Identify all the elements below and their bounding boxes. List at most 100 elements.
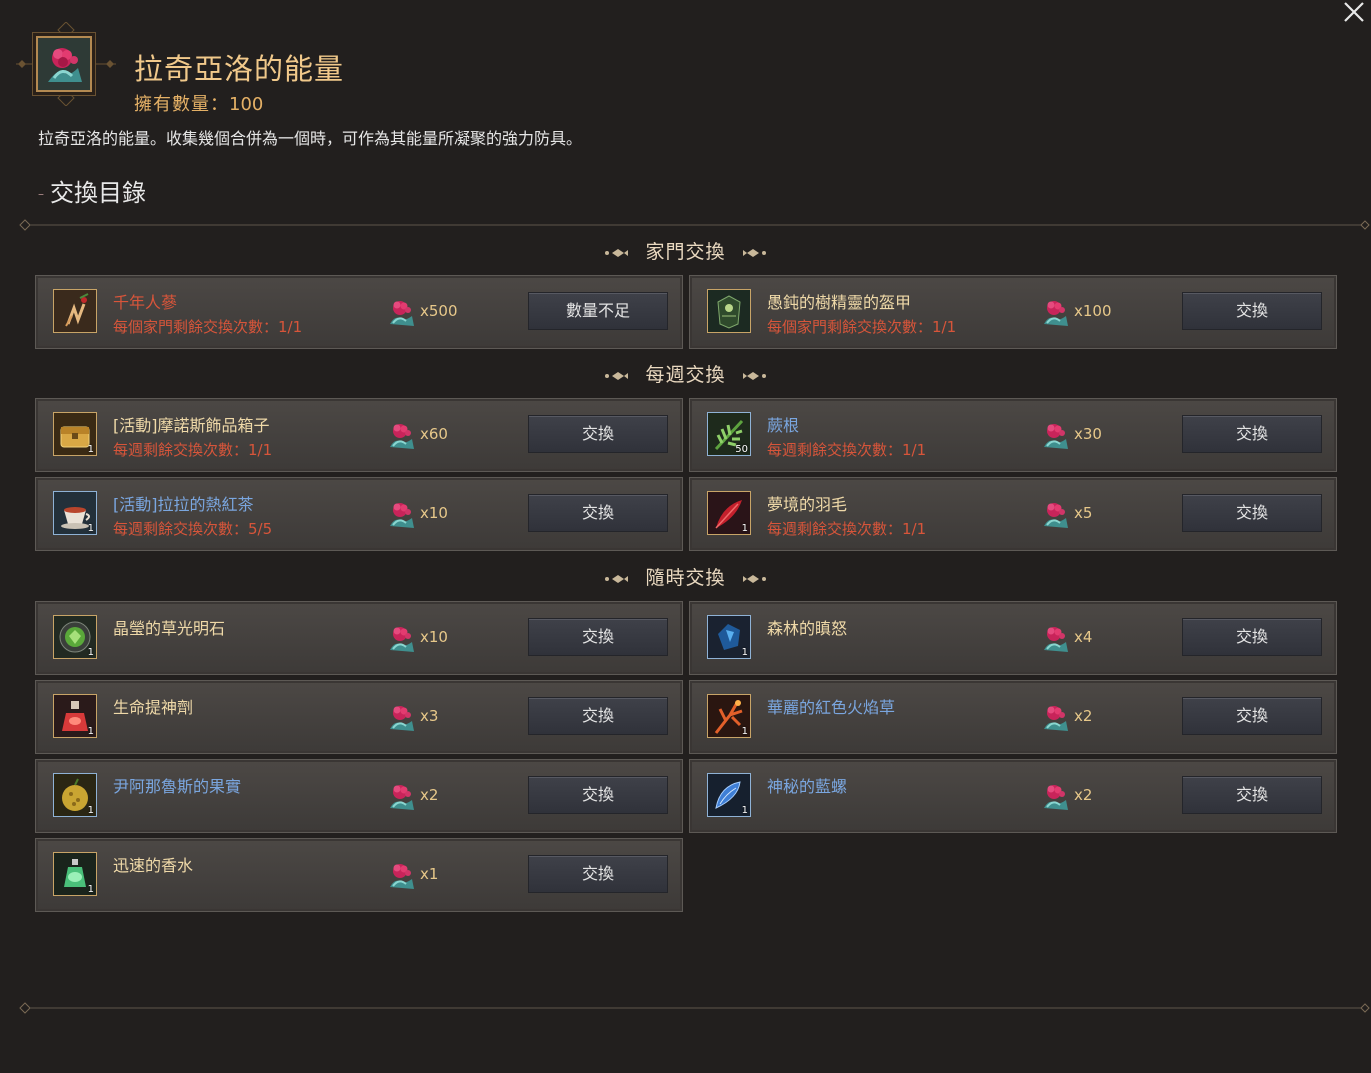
energy-currency-icon — [1044, 706, 1068, 731]
stack-count: 1 — [741, 647, 748, 658]
energy-currency-icon — [390, 785, 414, 810]
stack-count: 1 — [87, 647, 94, 658]
exchange-button[interactable]: 交換 — [1182, 697, 1322, 735]
fern-icon[interactable]: 50 — [707, 412, 751, 456]
exchange-button[interactable]: 交換 — [1182, 776, 1322, 814]
category-title-text: 家門交換 — [645, 241, 726, 263]
green-stone-icon[interactable]: 1 — [53, 615, 97, 659]
tea-icon[interactable]: 1 — [53, 491, 97, 535]
exchange-button[interactable]: 交換 — [528, 776, 668, 814]
divider-bottom — [18, 1002, 1371, 1014]
owned-count-value: 100 — [229, 94, 264, 115]
item-name: 尹阿那魯斯的果實 — [113, 777, 242, 796]
exchange-item-card: 1 迅速的香水 x1 交換 — [35, 838, 683, 912]
perfume-icon[interactable]: 1 — [53, 852, 97, 896]
exchange-limit: 每週剩餘交換次數：5/5 — [113, 520, 273, 538]
exchange-limit: 每週剩餘交換次數：1/1 — [113, 441, 273, 459]
item-name: 生命提神劑 — [113, 698, 194, 717]
exchange-button[interactable]: 數量不足 — [528, 292, 668, 330]
stack-count: 1 — [87, 444, 94, 455]
owned-count-label: 擁有數量： — [134, 94, 229, 115]
item-name: 蕨根 — [767, 416, 800, 435]
exchange-item-card: 50 蕨根每週剩餘交換次數：1/1 x30 交換 — [689, 398, 1337, 472]
category-title-text: 隨時交換 — [645, 567, 726, 589]
ginseng-icon[interactable] — [53, 289, 97, 333]
exchange-button[interactable]: 交換 — [528, 855, 668, 893]
energy-currency-icon — [390, 627, 414, 652]
header-icon-frame — [16, 22, 116, 106]
item-name: 華麗的紅色火焰草 — [767, 698, 896, 717]
potion-icon[interactable]: 1 — [53, 694, 97, 738]
energy-currency-icon — [390, 864, 414, 889]
item-name: 千年人蔘 — [113, 293, 178, 312]
cost-quantity: x10 — [420, 628, 448, 646]
cost-quantity: x2 — [420, 786, 439, 804]
cost-quantity: x5 — [1074, 504, 1093, 522]
cost-quantity: x1 — [420, 865, 439, 883]
exchange-item-card: 1 生命提神劑 x3 交換 — [35, 680, 683, 754]
stack-count: 1 — [741, 805, 748, 816]
exchange-item-card: 1 夢境的羽毛 每週剩餘交換次數：1/1 x5 交換 — [689, 477, 1337, 551]
exchange-button[interactable]: 交換 — [528, 697, 668, 735]
exchange-limit: 每週剩餘交換次數：1/1 — [767, 441, 927, 459]
stack-count: 1 — [741, 523, 748, 534]
item-name: 神秘的藍螺 — [767, 777, 848, 796]
exchange-button[interactable]: 交換 — [1182, 415, 1322, 453]
cost-quantity: x3 — [420, 707, 439, 725]
item-name: 夢境的羽毛 — [767, 495, 848, 514]
exchange-item-card: 千年人蔘 每個家門剩餘交換次數：1/1 x500 數量不足 — [35, 275, 683, 349]
close-icon — [1344, 2, 1364, 22]
energy-currency-icon — [1044, 785, 1068, 810]
exchange-list-heading-text: 交換目錄 — [50, 179, 146, 207]
blue-stone-icon[interactable]: 1 — [707, 615, 751, 659]
ornament-left-icon — [605, 371, 629, 380]
flame-herb-icon[interactable]: 1 — [707, 694, 751, 738]
exchange-item-card: 1 華麗的紅色火焰草 x2 交換 — [689, 680, 1337, 754]
shell-icon[interactable]: 1 — [707, 773, 751, 817]
exchange-button[interactable]: 交換 — [528, 415, 668, 453]
armor-icon[interactable] — [707, 289, 751, 333]
item-name: 晶瑩的草光明石 — [113, 619, 226, 638]
fruit-icon[interactable]: 1 — [53, 773, 97, 817]
ornament-left-icon — [605, 248, 629, 257]
exchange-limit: 每個家門剩餘交換次數：1/1 — [113, 318, 303, 336]
energy-currency-icon — [1044, 424, 1068, 449]
feather-icon[interactable]: 1 — [707, 491, 751, 535]
category-title-text: 每週交換 — [645, 364, 726, 386]
exchange-button[interactable]: 交換 — [1182, 292, 1322, 330]
energy-currency-icon — [1044, 503, 1068, 528]
energy-currency-icon — [390, 424, 414, 449]
exchange-button[interactable]: 交換 — [528, 494, 668, 532]
item-description: 拉奇亞洛的能量。收集幾個合併為一個時，可作為其能量所凝聚的強力防具。 — [38, 129, 583, 148]
cost-quantity: x2 — [1074, 707, 1093, 725]
item-header: 拉奇亞洛的能量 擁有數量：100 — [16, 22, 616, 122]
cost-quantity: x60 — [420, 425, 448, 443]
cost-quantity: x4 — [1074, 628, 1093, 646]
chest-icon[interactable]: 1 — [53, 412, 97, 456]
energy-currency-icon — [390, 706, 414, 731]
ornament-right-icon — [742, 248, 766, 257]
category-title-weekly: 每週交換 — [0, 360, 1371, 387]
stack-count: 1 — [87, 726, 94, 737]
stack-count: 1 — [87, 523, 94, 534]
item-name: 愚鈍的樹精靈的盔甲 — [767, 293, 912, 312]
category-title-family: 家門交換 — [0, 237, 1371, 264]
exchange-button[interactable]: 交換 — [1182, 494, 1322, 532]
ornament-right-icon — [742, 371, 766, 380]
item-title: 拉奇亞洛的能量 — [134, 52, 345, 86]
exchange-item-card: 1 尹阿那魯斯的果實 x2 交換 — [35, 759, 683, 833]
energy-currency-icon — [390, 301, 414, 326]
exchange-item-card: 愚鈍的樹精靈的盔甲 每個家門剩餘交換次數：1/1 x100 交換 — [689, 275, 1337, 349]
cost-quantity: x2 — [1074, 786, 1093, 804]
energy-currency-icon — [390, 503, 414, 528]
flower-icon — [36, 36, 92, 92]
stack-count: 1 — [87, 884, 94, 895]
stack-count: 1 — [87, 805, 94, 816]
category-title-anytime: 隨時交換 — [0, 563, 1371, 590]
close-button[interactable] — [1341, 0, 1367, 24]
exchange-button[interactable]: 交換 — [528, 618, 668, 656]
exchange-button[interactable]: 交換 — [1182, 618, 1322, 656]
divider-top — [18, 219, 1371, 231]
cost-quantity: x30 — [1074, 425, 1102, 443]
cost-quantity: x100 — [1074, 302, 1112, 320]
